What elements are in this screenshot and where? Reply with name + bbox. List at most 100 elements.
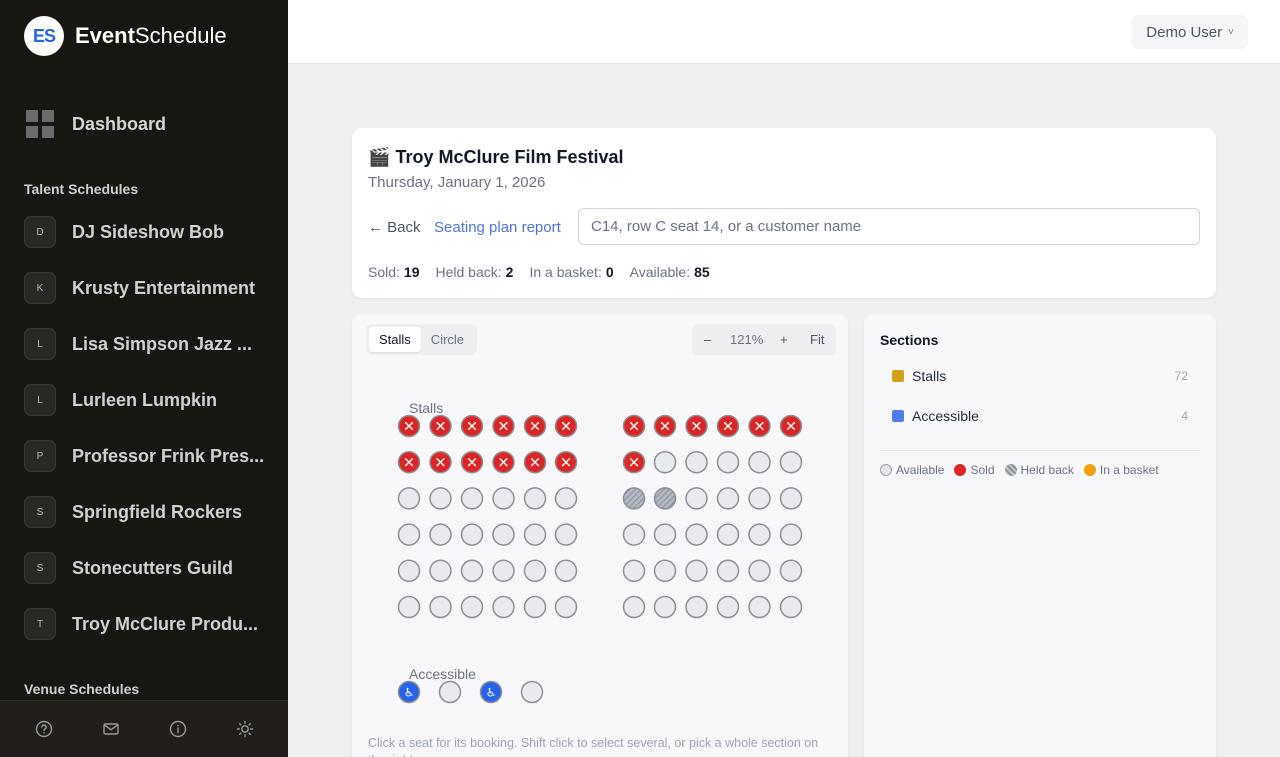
seat-available[interactable] <box>716 595 740 619</box>
sidebar-item-talent[interactable]: S Stonecutters Guild <box>24 552 269 584</box>
seat-available[interactable] <box>554 559 578 583</box>
seat-available[interactable] <box>492 523 515 546</box>
seat-available[interactable] <box>716 559 740 583</box>
seat-available[interactable] <box>622 559 646 583</box>
seat-available[interactable] <box>523 487 547 510</box>
seat-available[interactable] <box>492 487 515 510</box>
seat-available[interactable] <box>779 523 803 546</box>
seat-available[interactable] <box>748 487 771 510</box>
help-icon[interactable] <box>34 719 54 739</box>
seat-available[interactable] <box>748 523 771 546</box>
sidebar-item-talent[interactable]: L Lisa Simpson Jazz ... <box>24 328 269 360</box>
seat-available[interactable] <box>397 595 421 619</box>
seat-available[interactable] <box>523 595 547 619</box>
seat-held[interactable] <box>653 487 677 510</box>
section-name: Accessible <box>912 408 979 424</box>
seat-available[interactable] <box>716 523 740 546</box>
section-row-stalls[interactable]: Stalls 72 <box>880 364 1200 388</box>
sun-icon[interactable] <box>235 719 255 739</box>
seat-available[interactable] <box>685 487 708 510</box>
seat-search-input[interactable] <box>578 208 1200 245</box>
seat-available[interactable] <box>397 487 421 510</box>
seating-plan-report-link[interactable]: Seating plan report <box>434 219 561 236</box>
seat-available[interactable] <box>429 559 452 583</box>
seat-sold[interactable] <box>397 414 421 438</box>
seat-available[interactable] <box>779 487 803 510</box>
seat-available[interactable] <box>685 450 708 474</box>
seat-available[interactable] <box>460 595 484 619</box>
seat-sold[interactable] <box>429 450 452 474</box>
seat-available[interactable] <box>622 595 646 619</box>
sidebar-item-dashboard[interactable]: Dashboard <box>24 104 166 144</box>
seat-sold[interactable] <box>622 450 646 474</box>
sidebar-item-talent[interactable]: K Krusty Entertainment <box>24 272 269 304</box>
seat-available[interactable] <box>397 523 421 546</box>
seat-available[interactable] <box>523 559 547 583</box>
seat-sold[interactable] <box>523 414 547 438</box>
sidebar-item-talent[interactable]: L Lurleen Lumpkin <box>24 384 269 416</box>
sidebar-item-talent[interactable]: D DJ Sideshow Bob <box>24 216 269 248</box>
sidebar-item-talent[interactable]: T Troy McClure Produ... <box>24 608 269 640</box>
seat-available[interactable] <box>716 487 740 510</box>
seat-available[interactable] <box>779 450 803 474</box>
seat-accessible-sold[interactable]: ♿ <box>479 680 503 704</box>
seat-sold[interactable] <box>397 450 421 474</box>
seat-available[interactable] <box>653 595 677 619</box>
section-name: Stalls <box>912 368 947 384</box>
seat-available[interactable] <box>779 595 803 619</box>
seat-available[interactable] <box>554 595 578 619</box>
seat-available[interactable] <box>685 523 708 546</box>
section-row-accessible[interactable]: Accessible 4 <box>880 404 1200 428</box>
seat-available[interactable] <box>554 487 578 510</box>
seat-sold[interactable] <box>748 414 771 438</box>
seat-available[interactable] <box>779 559 803 583</box>
seat-sold[interactable] <box>492 450 515 474</box>
event-title: 🎬 Troy McClure Film Festival <box>368 147 624 168</box>
seat-available[interactable] <box>492 559 515 583</box>
seat-sold[interactable] <box>685 414 708 438</box>
seat-available[interactable] <box>492 595 515 619</box>
seat-available[interactable] <box>429 487 452 510</box>
seat-held[interactable] <box>622 487 646 510</box>
seat-sold[interactable] <box>429 414 452 438</box>
seat-available[interactable] <box>653 559 677 583</box>
seat-sold[interactable] <box>460 414 484 438</box>
seat-available[interactable] <box>716 450 740 474</box>
seat-available[interactable] <box>554 523 578 546</box>
seat-available[interactable] <box>748 559 771 583</box>
seat-sold[interactable] <box>716 414 740 438</box>
seat-accessible-sold[interactable]: ♿ <box>397 680 421 704</box>
seat-available[interactable] <box>685 559 708 583</box>
seat-available[interactable] <box>685 595 708 619</box>
info-icon[interactable] <box>168 719 188 739</box>
seat-sold[interactable] <box>460 450 484 474</box>
seat-available[interactable] <box>653 450 677 474</box>
seat-available[interactable] <box>653 523 677 546</box>
seat-available[interactable] <box>438 680 462 704</box>
seat-available[interactable] <box>429 595 452 619</box>
seat-available[interactable] <box>429 523 452 546</box>
seat-available[interactable] <box>460 487 484 510</box>
seat-available[interactable] <box>397 559 421 583</box>
legend-label: Held back <box>1020 463 1074 477</box>
seat-available[interactable] <box>523 523 547 546</box>
user-menu-button[interactable]: Demo User ˅ <box>1132 15 1248 49</box>
sidebar-item-talent[interactable]: P Professor Frink Pres... <box>24 440 269 472</box>
seat-available[interactable] <box>520 680 544 704</box>
seat-available[interactable] <box>460 559 484 583</box>
seat-sold[interactable] <box>523 450 547 474</box>
seat-available[interactable] <box>622 523 646 546</box>
sidebar-item-talent[interactable]: S Springfield Rockers <box>24 496 269 528</box>
back-link[interactable]: ← Back <box>368 219 421 236</box>
seat-available[interactable] <box>748 450 771 474</box>
seat-sold[interactable] <box>554 450 578 474</box>
seat-sold[interactable] <box>622 414 646 438</box>
seat-sold[interactable] <box>554 414 578 438</box>
seat-available[interactable] <box>460 523 484 546</box>
seat-sold[interactable] <box>653 414 677 438</box>
seat-sold[interactable] <box>779 414 803 438</box>
seat-sold[interactable] <box>492 414 515 438</box>
seat-available[interactable] <box>748 595 771 619</box>
mail-icon[interactable] <box>101 719 121 739</box>
brand[interactable]: ES EventSchedule <box>24 16 227 56</box>
